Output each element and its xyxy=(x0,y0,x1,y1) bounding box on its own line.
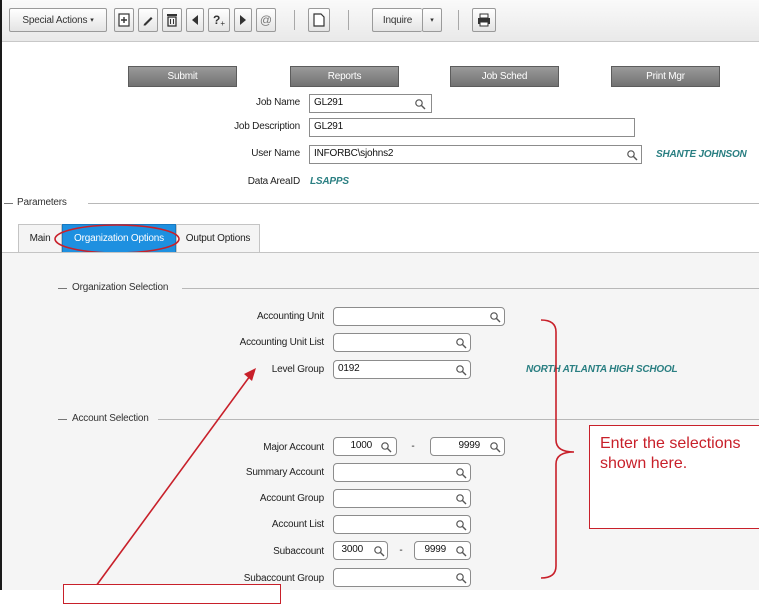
callout-text: Enter the selections shown here. xyxy=(600,435,741,472)
arrow-callout-box xyxy=(63,584,281,604)
arrow-line xyxy=(95,375,251,587)
arrow-head-icon xyxy=(244,368,256,381)
bracket-shape xyxy=(540,319,575,579)
instruction-callout: Enter the selections shown here. xyxy=(589,425,759,529)
